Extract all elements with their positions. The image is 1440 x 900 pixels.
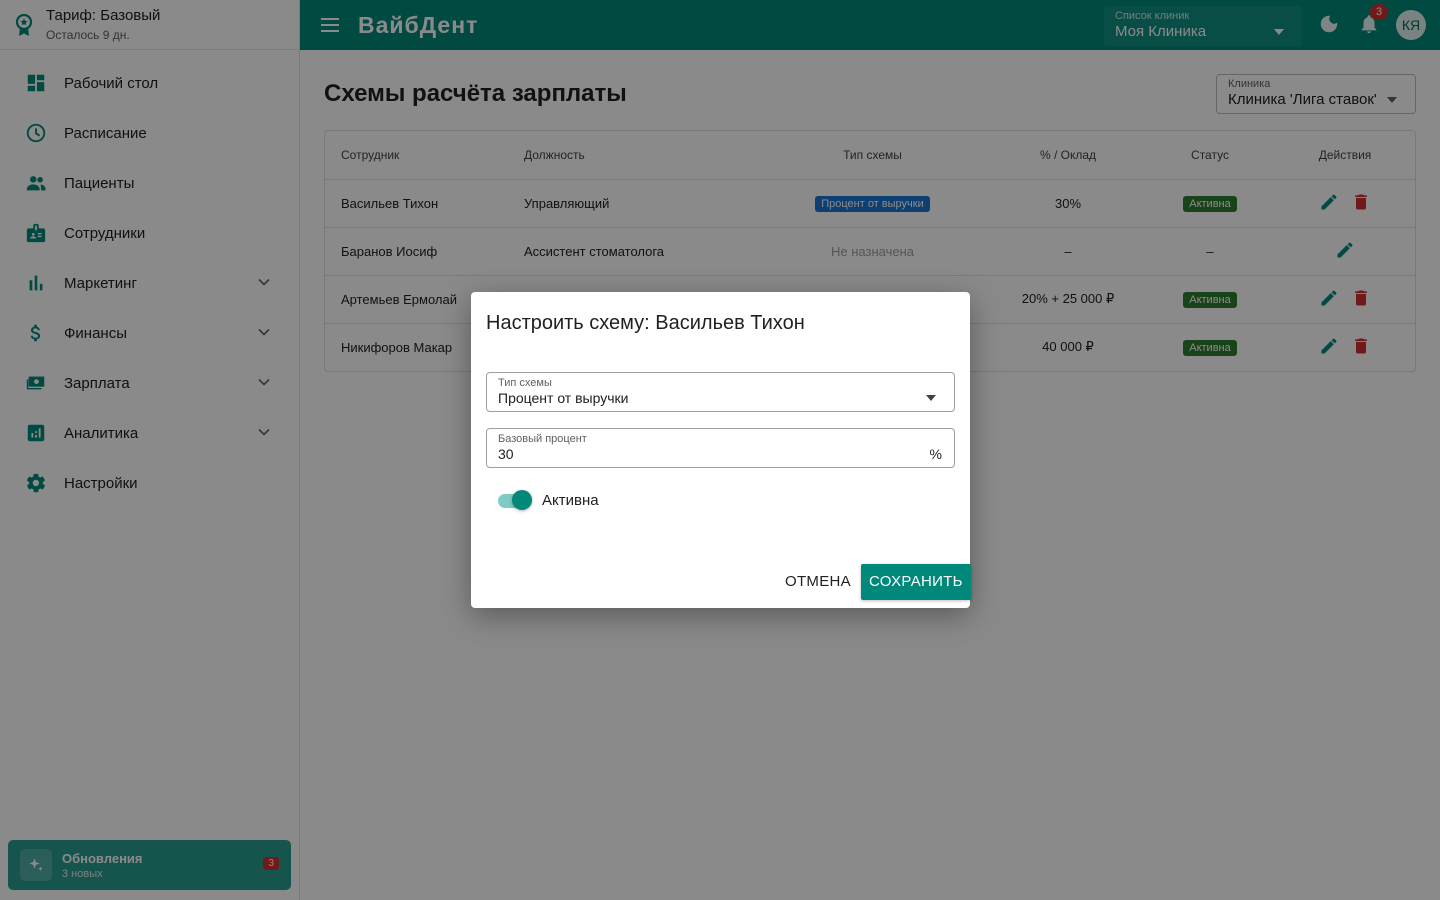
- active-toggle-label: Активна: [542, 492, 599, 509]
- cancel-button[interactable]: Отмена: [777, 564, 859, 600]
- base-percent-label: Базовый процент: [498, 433, 587, 445]
- dropdown-arrow-icon: [926, 388, 936, 406]
- dialog-title: Настроить схему: Васильев Тихон: [486, 312, 805, 334]
- active-toggle[interactable]: Активна: [498, 489, 599, 510]
- base-percent-value: 30: [498, 446, 514, 462]
- base-percent-field[interactable]: Базовый процент 30 %: [486, 428, 955, 468]
- save-button[interactable]: Сохранить: [861, 564, 971, 600]
- scheme-type-select[interactable]: Тип схемы Процент от выручки: [486, 372, 955, 412]
- scheme-type-value: Процент от выручки: [498, 390, 629, 406]
- toggle-thumb: [512, 489, 532, 510]
- toggle-switch[interactable]: [498, 489, 532, 510]
- scheme-type-label: Тип схемы: [498, 377, 552, 389]
- configure-scheme-dialog: Настроить схему: Васильев Тихон Тип схем…: [471, 292, 971, 608]
- percent-suffix: %: [929, 446, 942, 462]
